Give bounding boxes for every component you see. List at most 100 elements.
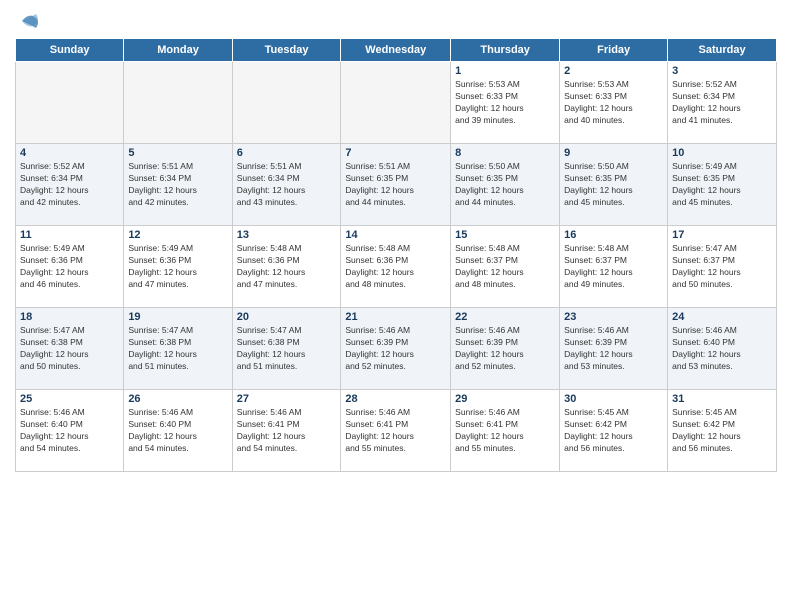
day-number: 11 bbox=[20, 229, 119, 241]
day-info: Sunrise: 5:46 AMSunset: 6:39 PMDaylight:… bbox=[455, 325, 555, 373]
calendar-cell: 20 Sunrise: 5:47 AMSunset: 6:38 PMDayligh… bbox=[232, 308, 341, 390]
calendar-header-row: SundayMondayTuesdayWednesdayThursdayFrid… bbox=[16, 39, 777, 62]
day-info: Sunrise: 5:51 AMSunset: 6:34 PMDaylight:… bbox=[128, 161, 227, 209]
day-number: 18 bbox=[20, 311, 119, 323]
day-number: 15 bbox=[455, 229, 555, 241]
calendar-week-2: 4 Sunrise: 5:52 AMSunset: 6:34 PMDaylight… bbox=[16, 144, 777, 226]
calendar-cell: 1 Sunrise: 5:53 AMSunset: 6:33 PMDaylight… bbox=[451, 62, 560, 144]
calendar-cell: 3 Sunrise: 5:52 AMSunset: 6:34 PMDaylight… bbox=[668, 62, 777, 144]
day-number: 30 bbox=[564, 393, 663, 405]
day-number: 31 bbox=[672, 393, 772, 405]
day-info: Sunrise: 5:46 AMSunset: 6:39 PMDaylight:… bbox=[345, 325, 446, 373]
day-number: 1 bbox=[455, 65, 555, 77]
day-number: 20 bbox=[237, 311, 337, 323]
logo-icon bbox=[18, 10, 40, 32]
calendar-cell: 25 Sunrise: 5:46 AMSunset: 6:40 PMDayligh… bbox=[16, 390, 124, 472]
day-number: 25 bbox=[20, 393, 119, 405]
day-number: 24 bbox=[672, 311, 772, 323]
calendar-cell: 18 Sunrise: 5:47 AMSunset: 6:38 PMDayligh… bbox=[16, 308, 124, 390]
logo bbox=[15, 10, 40, 32]
calendar-cell: 11 Sunrise: 5:49 AMSunset: 6:36 PMDayligh… bbox=[16, 226, 124, 308]
day-info: Sunrise: 5:46 AMSunset: 6:40 PMDaylight:… bbox=[20, 407, 119, 455]
calendar-cell: 29 Sunrise: 5:46 AMSunset: 6:41 PMDayligh… bbox=[451, 390, 560, 472]
calendar-cell bbox=[16, 62, 124, 144]
day-number: 21 bbox=[345, 311, 446, 323]
day-info: Sunrise: 5:49 AMSunset: 6:36 PMDaylight:… bbox=[128, 243, 227, 291]
day-info: Sunrise: 5:45 AMSunset: 6:42 PMDaylight:… bbox=[672, 407, 772, 455]
day-info: Sunrise: 5:52 AMSunset: 6:34 PMDaylight:… bbox=[20, 161, 119, 209]
calendar-cell: 5 Sunrise: 5:51 AMSunset: 6:34 PMDaylight… bbox=[124, 144, 232, 226]
day-info: Sunrise: 5:47 AMSunset: 6:38 PMDaylight:… bbox=[237, 325, 337, 373]
day-number: 5 bbox=[128, 147, 227, 159]
day-info: Sunrise: 5:48 AMSunset: 6:36 PMDaylight:… bbox=[237, 243, 337, 291]
col-header-saturday: Saturday bbox=[668, 39, 777, 62]
calendar-week-5: 25 Sunrise: 5:46 AMSunset: 6:40 PMDayligh… bbox=[16, 390, 777, 472]
calendar-cell: 9 Sunrise: 5:50 AMSunset: 6:35 PMDaylight… bbox=[560, 144, 668, 226]
day-info: Sunrise: 5:46 AMSunset: 6:41 PMDaylight:… bbox=[455, 407, 555, 455]
col-header-sunday: Sunday bbox=[16, 39, 124, 62]
calendar-cell: 10 Sunrise: 5:49 AMSunset: 6:35 PMDayligh… bbox=[668, 144, 777, 226]
day-info: Sunrise: 5:45 AMSunset: 6:42 PMDaylight:… bbox=[564, 407, 663, 455]
col-header-friday: Friday bbox=[560, 39, 668, 62]
calendar-cell: 21 Sunrise: 5:46 AMSunset: 6:39 PMDayligh… bbox=[341, 308, 451, 390]
calendar-cell: 31 Sunrise: 5:45 AMSunset: 6:42 PMDayligh… bbox=[668, 390, 777, 472]
calendar-cell: 27 Sunrise: 5:46 AMSunset: 6:41 PMDayligh… bbox=[232, 390, 341, 472]
day-number: 9 bbox=[564, 147, 663, 159]
day-number: 12 bbox=[128, 229, 227, 241]
day-info: Sunrise: 5:49 AMSunset: 6:36 PMDaylight:… bbox=[20, 243, 119, 291]
day-number: 28 bbox=[345, 393, 446, 405]
day-info: Sunrise: 5:48 AMSunset: 6:37 PMDaylight:… bbox=[564, 243, 663, 291]
day-info: Sunrise: 5:46 AMSunset: 6:40 PMDaylight:… bbox=[672, 325, 772, 373]
calendar-cell: 13 Sunrise: 5:48 AMSunset: 6:36 PMDayligh… bbox=[232, 226, 341, 308]
day-info: Sunrise: 5:47 AMSunset: 6:38 PMDaylight:… bbox=[128, 325, 227, 373]
calendar-cell: 24 Sunrise: 5:46 AMSunset: 6:40 PMDayligh… bbox=[668, 308, 777, 390]
calendar-cell: 17 Sunrise: 5:47 AMSunset: 6:37 PMDayligh… bbox=[668, 226, 777, 308]
calendar-cell: 4 Sunrise: 5:52 AMSunset: 6:34 PMDaylight… bbox=[16, 144, 124, 226]
day-info: Sunrise: 5:46 AMSunset: 6:41 PMDaylight:… bbox=[345, 407, 446, 455]
calendar-cell: 8 Sunrise: 5:50 AMSunset: 6:35 PMDaylight… bbox=[451, 144, 560, 226]
day-number: 14 bbox=[345, 229, 446, 241]
day-info: Sunrise: 5:48 AMSunset: 6:36 PMDaylight:… bbox=[345, 243, 446, 291]
calendar-cell: 6Sunrise: 5:51 AMSunset: 6:34 PMDaylight… bbox=[232, 144, 341, 226]
day-number: 27 bbox=[237, 393, 337, 405]
day-info: Sunrise: 5:47 AMSunset: 6:38 PMDaylight:… bbox=[20, 325, 119, 373]
day-number: 10 bbox=[672, 147, 772, 159]
day-number: 13 bbox=[237, 229, 337, 241]
day-number: 8 bbox=[455, 147, 555, 159]
col-header-wednesday: Wednesday bbox=[341, 39, 451, 62]
calendar-cell: 15Sunrise: 5:48 AMSunset: 6:37 PMDayligh… bbox=[451, 226, 560, 308]
calendar-cell: 22 Sunrise: 5:46 AMSunset: 6:39 PMDayligh… bbox=[451, 308, 560, 390]
day-number: 7 bbox=[345, 147, 446, 159]
day-info: Sunrise: 5:49 AMSunset: 6:35 PMDaylight:… bbox=[672, 161, 772, 209]
day-info: Sunrise: 5:51 AMSunset: 6:34 PMDaylight:… bbox=[237, 161, 337, 209]
calendar-cell: 7 Sunrise: 5:51 AMSunset: 6:35 PMDaylight… bbox=[341, 144, 451, 226]
day-info: Sunrise: 5:50 AMSunset: 6:35 PMDaylight:… bbox=[564, 161, 663, 209]
day-number: 26 bbox=[128, 393, 227, 405]
day-number: 22 bbox=[455, 311, 555, 323]
day-info: Sunrise: 5:46 AMSunset: 6:40 PMDaylight:… bbox=[128, 407, 227, 455]
day-number: 4 bbox=[20, 147, 119, 159]
calendar-cell: 19Sunrise: 5:47 AMSunset: 6:38 PMDayligh… bbox=[124, 308, 232, 390]
day-info: Sunrise: 5:53 AMSunset: 6:33 PMDaylight:… bbox=[455, 79, 555, 127]
calendar-cell: 2Sunrise: 5:53 AMSunset: 6:33 PMDaylight… bbox=[560, 62, 668, 144]
day-number: 2 bbox=[564, 65, 663, 77]
calendar-cell bbox=[232, 62, 341, 144]
calendar-table: SundayMondayTuesdayWednesdayThursdayFrid… bbox=[15, 38, 777, 472]
day-info: Sunrise: 5:46 AMSunset: 6:41 PMDaylight:… bbox=[237, 407, 337, 455]
day-info: Sunrise: 5:47 AMSunset: 6:37 PMDaylight:… bbox=[672, 243, 772, 291]
header bbox=[15, 10, 777, 32]
calendar-cell: 26 Sunrise: 5:46 AMSunset: 6:40 PMDayligh… bbox=[124, 390, 232, 472]
day-info: Sunrise: 5:51 AMSunset: 6:35 PMDaylight:… bbox=[345, 161, 446, 209]
calendar-cell: 16Sunrise: 5:48 AMSunset: 6:37 PMDayligh… bbox=[560, 226, 668, 308]
day-number: 23 bbox=[564, 311, 663, 323]
day-number: 29 bbox=[455, 393, 555, 405]
day-number: 3 bbox=[672, 65, 772, 77]
calendar-cell bbox=[124, 62, 232, 144]
calendar-cell: 28 Sunrise: 5:46 AMSunset: 6:41 PMDayligh… bbox=[341, 390, 451, 472]
col-header-thursday: Thursday bbox=[451, 39, 560, 62]
day-info: Sunrise: 5:52 AMSunset: 6:34 PMDaylight:… bbox=[672, 79, 772, 127]
day-number: 17 bbox=[672, 229, 772, 241]
day-info: Sunrise: 5:50 AMSunset: 6:35 PMDaylight:… bbox=[455, 161, 555, 209]
calendar-week-4: 18 Sunrise: 5:47 AMSunset: 6:38 PMDayligh… bbox=[16, 308, 777, 390]
calendar-cell: 12 Sunrise: 5:49 AMSunset: 6:36 PMDayligh… bbox=[124, 226, 232, 308]
